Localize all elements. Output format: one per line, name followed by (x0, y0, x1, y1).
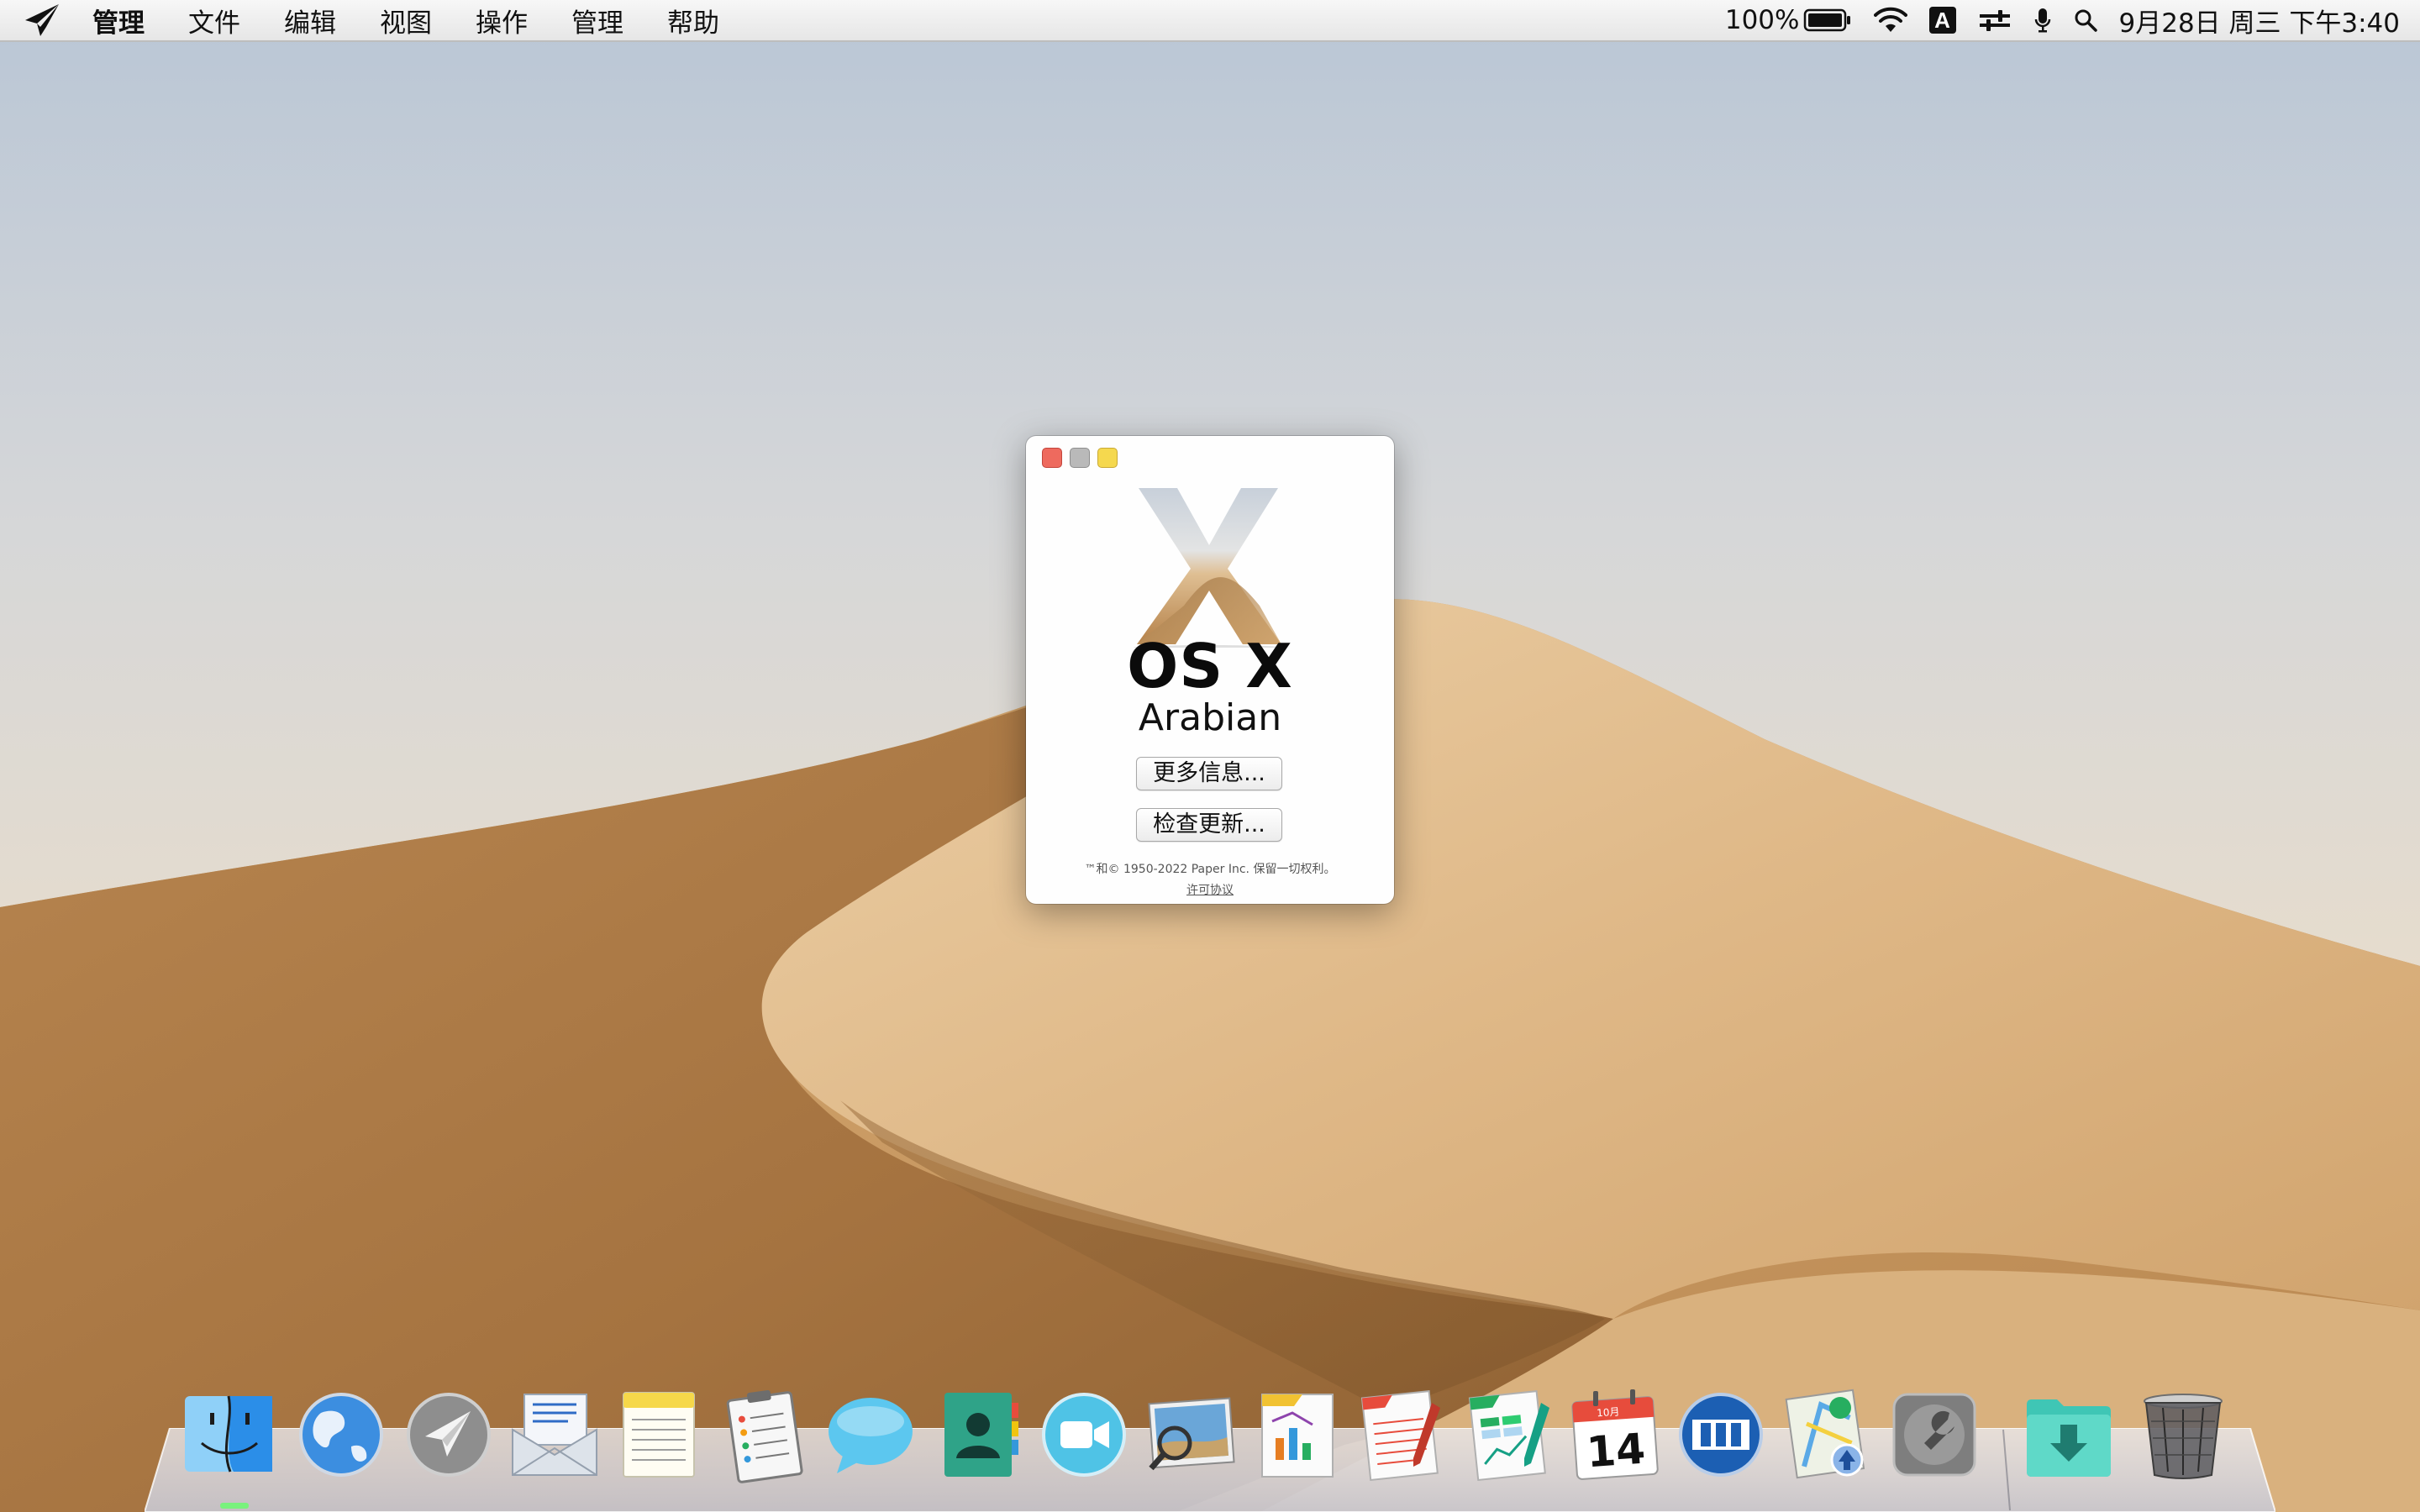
minimize-button[interactable] (1070, 448, 1090, 468)
preview-icon[interactable] (1144, 1388, 1235, 1485)
numbers-icon[interactable] (1465, 1388, 1556, 1485)
notes-icon[interactable] (613, 1388, 704, 1485)
about-window: OS X Arabian 更多信息... 检查更新... ™和© 1950-20… (1026, 436, 1394, 904)
microphone-icon[interactable] (2033, 7, 2052, 34)
input-method-icon[interactable]: A (1928, 7, 1956, 34)
calendar-day-label: 14 (1585, 1425, 1646, 1478)
license-link[interactable]: 许可协议 (1026, 881, 1394, 898)
menu-help[interactable]: 帮助 (645, 2, 741, 39)
downloads-folder-icon[interactable] (2023, 1388, 2114, 1485)
globe-icon[interactable] (296, 1388, 387, 1485)
battery-percent[interactable]: 100% (1725, 5, 1800, 35)
paper-plane-logo-icon[interactable] (24, 2, 60, 39)
finder-icon[interactable] (183, 1388, 274, 1485)
menu-app-name[interactable]: 管理 (84, 2, 166, 39)
check-update-button[interactable]: 检查更新... (1136, 808, 1282, 842)
zoom-button[interactable] (1097, 448, 1118, 468)
clock-datetime[interactable]: 9月28日 周三 下午3:40 (2119, 2, 2401, 39)
pages-icon[interactable] (1358, 1388, 1449, 1485)
system-preferences-icon[interactable] (1889, 1388, 1980, 1485)
maps-icon[interactable] (1783, 1388, 1874, 1485)
os-edition-subtitle: Arabian (1138, 696, 1282, 739)
calendar-month-label: 10月 (1597, 1406, 1620, 1420)
os-x-logo-icon (1134, 488, 1285, 648)
menu-action[interactable]: 操作 (454, 2, 550, 39)
mail-icon[interactable] (509, 1388, 600, 1485)
more-info-button[interactable]: 更多信息... (1136, 757, 1282, 790)
menu-bar: 管理 文件 编辑 视图 操作 管理 帮助 100% A 9月28日 周三 下午3… (0, 0, 2420, 42)
copyright-text: ™和© 1950-2022 Paper Inc. 保留一切权利。 (1084, 863, 1336, 876)
menu-edit[interactable]: 编辑 (262, 2, 358, 39)
contacts-icon[interactable] (933, 1388, 1023, 1485)
menu-file[interactable]: 文件 (166, 2, 262, 39)
paper-plane-icon[interactable] (403, 1388, 494, 1485)
calendar-icon[interactable]: 10月 14 (1570, 1388, 1660, 1485)
mission-control-icon[interactable] (1676, 1388, 1766, 1485)
facetime-icon[interactable] (1039, 1388, 1129, 1485)
dock: 10月 14 (0, 1388, 2420, 1497)
messages-icon[interactable] (825, 1388, 916, 1485)
trash-icon[interactable] (2138, 1388, 2228, 1485)
menu-manage[interactable]: 管理 (550, 2, 645, 39)
battery-icon[interactable] (1803, 8, 1852, 33)
input-method-label: A (1934, 7, 1950, 33)
finder-running-indicator (220, 1503, 249, 1509)
menu-view[interactable]: 视图 (358, 2, 454, 39)
wifi-icon[interactable] (1873, 7, 1907, 34)
keynote-icon[interactable] (1252, 1388, 1343, 1485)
os-name-title: OS X (1127, 631, 1293, 701)
spotlight-search-icon[interactable] (2074, 8, 2097, 32)
controls-sliders-icon[interactable] (1978, 8, 2012, 33)
reminders-icon[interactable] (719, 1388, 810, 1485)
close-button[interactable] (1042, 448, 1062, 468)
